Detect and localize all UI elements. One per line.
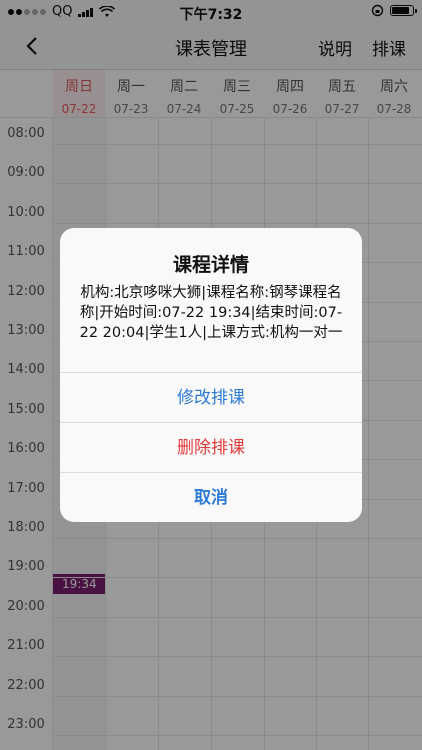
dialog-message: 机构:北京哆咪大狮|课程名称:钢琴课程名称|开始时间:07-22 19:34|结… (79, 285, 343, 341)
cancel-button[interactable]: 取消 (60, 472, 362, 522)
course-detail-dialog: 课程详情 机构:北京哆咪大狮|课程名称:钢琴课程名称|开始时间:07-22 19… (60, 228, 362, 522)
delete-schedule-button[interactable]: 删除排课 (60, 422, 362, 472)
edit-schedule-button[interactable]: 修改排课 (60, 372, 362, 422)
dialog-title: 课程详情 (172, 254, 249, 276)
